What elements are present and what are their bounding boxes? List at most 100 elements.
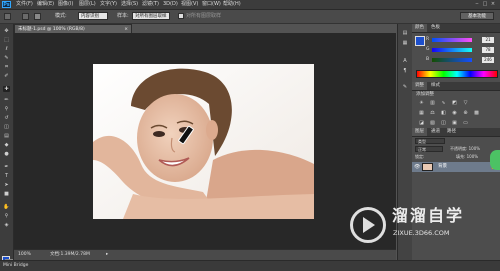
zoom-level[interactable]: 100%: [18, 251, 31, 259]
tab-paths[interactable]: 路径: [444, 128, 459, 136]
play-icon: [363, 217, 375, 233]
channel-mixer-icon[interactable]: ⊕: [462, 110, 469, 116]
menu-bar: Ps 文件(F) 编辑(E) 图像(I) 图层(L) 文字(Y) 选择(S) 滤…: [0, 0, 500, 10]
menu-3d[interactable]: 3D(D): [163, 1, 178, 8]
layer-filter-select[interactable]: 类型: [415, 138, 445, 144]
brush-tool-icon[interactable]: ✏: [3, 97, 10, 103]
threshold-icon[interactable]: ◫: [440, 120, 447, 126]
document-tab[interactable]: 未标题-1.psd @ 100% (RGB/8) ×: [14, 24, 132, 33]
marquee-tool-icon[interactable]: ⬚: [3, 37, 10, 43]
menu-filter[interactable]: 滤镜(T): [142, 1, 159, 8]
three-d-tool-icon[interactable]: ◈: [3, 222, 10, 228]
tab-swatches[interactable]: 色板: [428, 24, 443, 32]
healing-brush-tool-icon[interactable]: ✚: [3, 86, 10, 92]
green-float-badge[interactable]: [490, 150, 500, 170]
menu-layer[interactable]: 图层(L): [79, 1, 96, 8]
hue-saturation-icon[interactable]: ▦: [418, 110, 425, 116]
blur-tool-icon[interactable]: ◆: [3, 142, 10, 148]
bottom-bar: Mini Bridge: [0, 260, 500, 271]
character-panel-icon[interactable]: A: [401, 58, 409, 65]
menu-select[interactable]: 选择(S): [121, 1, 138, 8]
properties-panel-icon[interactable]: ▦: [401, 40, 409, 47]
photoshop-logo: Ps: [2, 1, 11, 8]
opacity-label[interactable]: 不透明度: 100%: [450, 146, 480, 152]
color-fg-swatch[interactable]: [415, 36, 425, 46]
exposure-icon[interactable]: ◩: [451, 100, 458, 106]
spot-healing-tool-preset-icon[interactable]: [4, 13, 11, 20]
photo-filter-icon[interactable]: ◉: [451, 110, 458, 116]
hand-tool-icon[interactable]: ✋: [3, 204, 10, 210]
color-balance-icon[interactable]: ⚖: [429, 110, 436, 116]
tab-adjustments[interactable]: 调整: [412, 82, 427, 90]
menu-file[interactable]: 文件(F): [16, 1, 33, 8]
menu-edit[interactable]: 编辑(E): [37, 1, 54, 8]
curves-icon[interactable]: ∿: [440, 100, 447, 106]
close-window-icon[interactable]: ×: [489, 1, 497, 7]
gradient-map-icon[interactable]: ▭: [462, 120, 469, 126]
visibility-eye-icon[interactable]: 👁: [414, 163, 420, 171]
brush-size-icon[interactable]: [34, 13, 41, 20]
crop-tool-icon[interactable]: ⌗: [3, 64, 10, 70]
red-value[interactable]: 21: [482, 37, 494, 43]
menu-type[interactable]: 文字(Y): [100, 1, 117, 8]
lasso-tool-icon[interactable]: ℓ: [3, 46, 10, 52]
menu-window[interactable]: 窗口(W): [202, 1, 221, 8]
fill-label[interactable]: 填充: 100%: [456, 154, 478, 160]
layer-name[interactable]: 背景: [438, 163, 447, 171]
eyedropper-tool-icon[interactable]: ✐: [3, 73, 10, 79]
mode-label: 模式:: [55, 13, 67, 19]
mini-bridge-tab[interactable]: Mini Bridge: [3, 262, 28, 270]
zoom-tool-icon[interactable]: ⚲: [3, 213, 10, 219]
green-value[interactable]: 78: [482, 47, 494, 53]
blue-label: B: [426, 57, 430, 62]
gradient-tool-icon[interactable]: ▤: [3, 133, 10, 139]
shape-tool-icon[interactable]: ■: [3, 191, 10, 197]
sample-select[interactable]: 对所有图层取样: [132, 12, 170, 20]
status-menu-arrow[interactable]: ▸: [106, 251, 108, 259]
quick-select-tool-icon[interactable]: ✎: [3, 55, 10, 61]
red-label: R: [426, 37, 430, 42]
color-spectrum[interactable]: [416, 70, 498, 78]
brush-picker-icon[interactable]: [22, 13, 29, 20]
red-slider[interactable]: R 21: [426, 37, 494, 43]
brightness-icon[interactable]: ☀: [418, 100, 425, 106]
color-lookup-icon[interactable]: ▩: [473, 110, 480, 116]
menu-view[interactable]: 视图(V): [181, 1, 198, 8]
green-label: G: [426, 47, 430, 52]
maximize-icon[interactable]: □: [481, 1, 489, 7]
pen-tool-icon[interactable]: ✒: [3, 164, 10, 170]
posterize-icon[interactable]: ▧: [429, 120, 436, 126]
blue-value[interactable]: 246: [482, 57, 494, 63]
tab-layers[interactable]: 图层: [412, 128, 427, 136]
all-layers-checkbox[interactable]: [178, 13, 184, 19]
path-select-tool-icon[interactable]: ➤: [3, 182, 10, 188]
dodge-tool-icon[interactable]: ●: [3, 151, 10, 157]
menu-image[interactable]: 图像(I): [58, 1, 73, 8]
close-document-icon[interactable]: ×: [124, 26, 128, 33]
selective-color-icon[interactable]: ▣: [451, 120, 458, 126]
invert-icon[interactable]: ◪: [418, 120, 425, 126]
workspace-button[interactable]: 基本功能: [460, 12, 494, 20]
green-slider[interactable]: G 78: [426, 47, 494, 53]
canvas-image[interactable]: [93, 64, 314, 219]
menu-help[interactable]: 帮助(H): [223, 1, 241, 8]
levels-icon[interactable]: ▥: [429, 100, 436, 106]
mode-select[interactable]: 内容识别: [78, 12, 108, 20]
history-brush-tool-icon[interactable]: ↺: [3, 115, 10, 121]
black-white-icon[interactable]: ◧: [440, 110, 447, 116]
brush-panel-icon[interactable]: ✎: [401, 84, 409, 91]
move-tool-icon[interactable]: ✥: [3, 28, 10, 34]
type-tool-icon[interactable]: T: [3, 173, 10, 179]
history-panel-icon[interactable]: ▤: [401, 30, 409, 37]
blend-mode-select[interactable]: 正常: [415, 146, 443, 152]
layer-row-background[interactable]: 👁 背景 🔒: [412, 162, 500, 172]
eraser-tool-icon[interactable]: ◫: [3, 124, 10, 130]
tab-color[interactable]: 颜色: [412, 24, 427, 32]
tab-styles[interactable]: 样式: [428, 82, 443, 90]
tab-channels[interactable]: 通道: [428, 128, 443, 136]
blue-slider[interactable]: B 246: [426, 57, 494, 63]
vibrance-icon[interactable]: ▽: [462, 100, 469, 106]
paragraph-panel-icon[interactable]: ¶: [401, 68, 409, 75]
clone-stamp-tool-icon[interactable]: ⚲: [3, 106, 10, 112]
minimize-icon[interactable]: ‒: [473, 1, 481, 7]
